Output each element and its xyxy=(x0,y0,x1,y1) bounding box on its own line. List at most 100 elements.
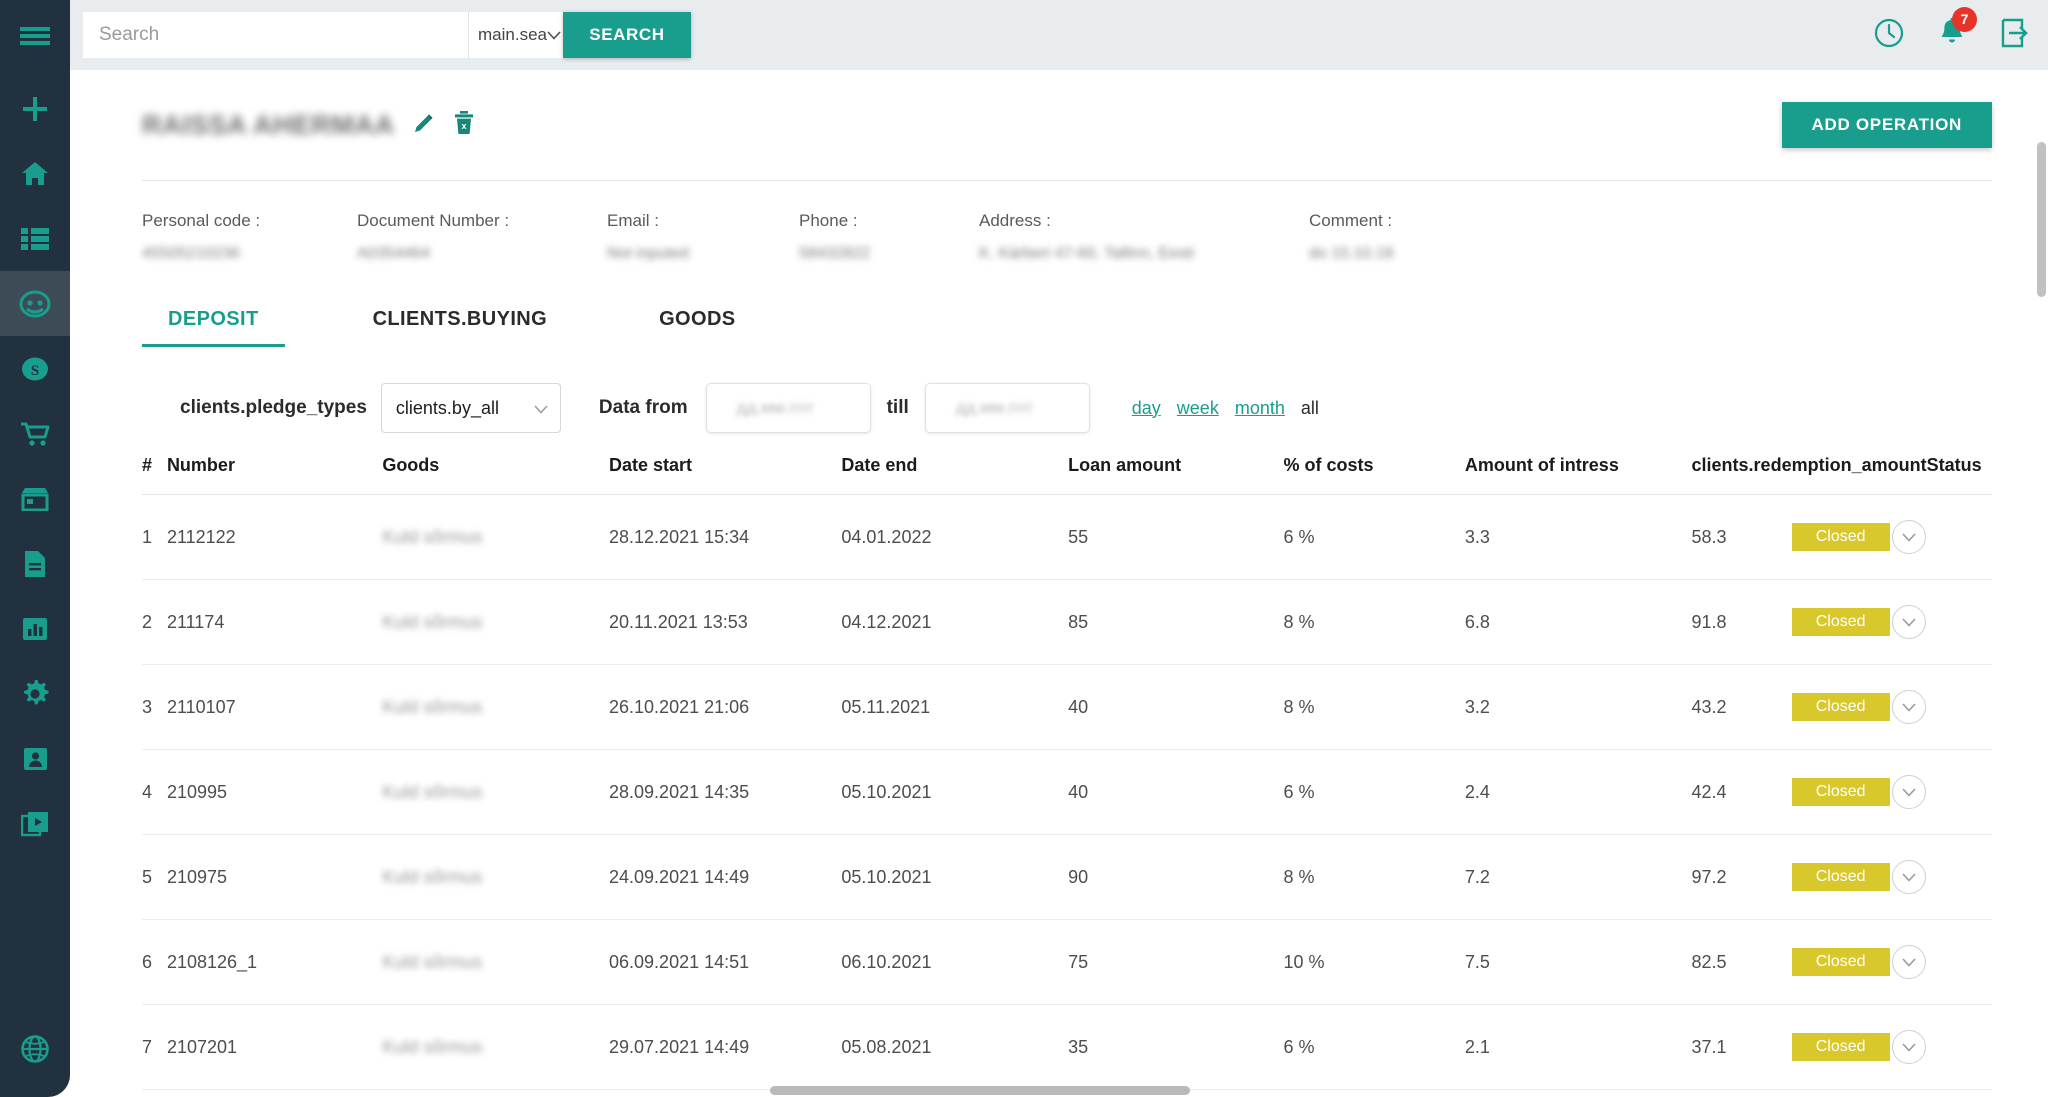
cell-amount-interest: 7.2 xyxy=(1464,834,1692,920)
pledge-types-label: clients.pledge_types xyxy=(180,397,367,418)
chevron-down-icon[interactable] xyxy=(1891,690,1926,724)
chevron-down-icon[interactable] xyxy=(1891,605,1926,639)
bell-icon[interactable]: 7 xyxy=(1938,6,1977,53)
quick-range-week[interactable]: week xyxy=(1177,398,1219,419)
sidebar-item-menu[interactable] xyxy=(0,0,70,76)
status-badge: Closed xyxy=(1791,948,1890,976)
cell-index: 7 xyxy=(142,1004,167,1090)
sidebar-item-home[interactable] xyxy=(0,141,70,206)
cell-date-end: 06.10.2021 xyxy=(841,919,1069,1005)
chevron-down-icon[interactable] xyxy=(1891,520,1926,554)
cell-redemption-amount: 97.2 xyxy=(1691,834,1792,920)
cell-amount-interest: 6.8 xyxy=(1464,579,1692,665)
date-till-input[interactable]: дд.мм.гггг xyxy=(924,383,1090,433)
cell-loan-amount: 90 xyxy=(1068,834,1284,920)
search-button[interactable]: SEARCH xyxy=(563,12,691,58)
tab-goods[interactable]: GOODS xyxy=(633,308,761,347)
col-date-end: Date end xyxy=(841,455,1069,495)
quick-range-day[interactable]: day xyxy=(1132,398,1161,419)
horizontal-scrollbar[interactable] xyxy=(770,1086,1190,1095)
table-row[interactable]: 4 210995 Kuld sõrmus 28.09.2021 14:35 05.10.… xyxy=(142,749,1992,835)
sidebar-item-language[interactable] xyxy=(0,1016,70,1081)
sidebar-item-reports[interactable] xyxy=(0,596,70,661)
status-badge: Closed xyxy=(1791,693,1890,721)
info-field-comment: Comment : do 15.10.18 xyxy=(1309,211,1559,264)
pledge-types-select[interactable]: clients.by_all xyxy=(380,383,561,433)
cell-redemption-amount: 58.3 xyxy=(1691,494,1792,580)
cell-loan-amount: 35 xyxy=(1068,1004,1284,1090)
table-header-row: # Number Goods Date start Date end Loan … xyxy=(142,455,1992,495)
media-library-icon xyxy=(21,811,49,837)
info-label: Personal code : xyxy=(142,211,261,230)
tab-deposit[interactable]: DEPOSIT xyxy=(142,308,285,347)
table-row[interactable]: 2 211174 Kuld sõrmus 20.11.2021 13:53 04.12.… xyxy=(142,579,1992,665)
status-badge: Closed xyxy=(1791,863,1890,891)
cell-number: 2108126_1 xyxy=(166,919,383,1005)
quick-range-all[interactable]: all xyxy=(1301,398,1319,419)
col-amount-interest: Amount of intress xyxy=(1464,455,1692,495)
sidebar-item-store[interactable] xyxy=(0,466,70,531)
date-from-input[interactable]: дд.мм.гггг xyxy=(705,383,871,433)
table-row[interactable]: 5 210975 Kuld sõrmus 24.09.2021 14:49 05.10.… xyxy=(142,834,1992,920)
cell-date-start: 28.12.2021 15:34 xyxy=(609,494,842,580)
cell-percent-costs: 6 % xyxy=(1283,749,1465,835)
cell-index: 4 xyxy=(142,749,167,835)
cell-number: 2112122 xyxy=(166,494,383,580)
plus-icon xyxy=(22,96,48,122)
table-row[interactable]: 7 2107201 Kuld sõrmus 29.07.2021 14:49 05.08… xyxy=(142,1004,1992,1090)
user-card-icon xyxy=(23,746,48,772)
search-scope-select[interactable]: main.sea xyxy=(468,12,563,58)
table-row[interactable]: 3 2110107 Kuld sõrmus 26.10.2021 21:06 05.11… xyxy=(142,664,1992,750)
table-row[interactable]: 1 2112122 Kuld sõrmus 28.12.2021 15:34 04.01… xyxy=(142,494,1992,580)
date-from-placeholder: дд.мм.гггг xyxy=(736,398,815,417)
dollar-coin-icon: S xyxy=(21,356,49,382)
cell-status: Closed xyxy=(1791,494,1892,580)
clock-icon[interactable] xyxy=(1874,18,1904,53)
vertical-scrollbar[interactable] xyxy=(2037,142,2046,297)
sidebar-item-settings[interactable] xyxy=(0,661,70,726)
notification-badge: 7 xyxy=(1952,6,1977,32)
info-field-email: Email : Not inputed xyxy=(607,211,799,264)
cell-redemption-amount: 37.1 xyxy=(1691,1004,1792,1090)
info-label: Document Number : xyxy=(357,211,510,230)
chevron-down-icon[interactable] xyxy=(1891,775,1926,809)
cell-expand xyxy=(1891,579,1992,665)
chevron-down-icon[interactable] xyxy=(1891,860,1926,894)
add-operation-button[interactable]: ADD OPERATION xyxy=(1781,102,1992,148)
pencil-icon[interactable] xyxy=(413,112,435,139)
quick-range-month[interactable]: month xyxy=(1235,398,1285,419)
cell-number: 2107201 xyxy=(166,1004,383,1090)
cell-status: Closed xyxy=(1791,919,1892,1005)
svg-text:S: S xyxy=(31,363,39,379)
cell-date-end: 05.10.2021 xyxy=(841,834,1069,920)
cell-date-end: 05.11.2021 xyxy=(841,664,1069,750)
sidebar-item-media[interactable] xyxy=(0,791,70,856)
sidebar-item-documents[interactable] xyxy=(0,531,70,596)
logout-icon[interactable] xyxy=(2000,18,2030,53)
cell-date-start: 29.07.2021 14:49 xyxy=(609,1004,842,1090)
sidebar-item-add[interactable] xyxy=(0,76,70,141)
sidebar-item-list[interactable] xyxy=(0,206,70,271)
info-value: A0354464 xyxy=(357,245,430,262)
sidebar-item-clients[interactable] xyxy=(0,271,70,336)
cell-loan-amount: 40 xyxy=(1068,664,1284,750)
document-icon xyxy=(23,550,47,578)
cell-amount-interest: 2.4 xyxy=(1464,749,1692,835)
sidebar-item-finance[interactable]: S xyxy=(0,336,70,401)
search-input[interactable] xyxy=(83,12,468,58)
table-header: # Number Goods Date start Date end Loan … xyxy=(142,455,1992,495)
cell-redemption-amount: 43.2 xyxy=(1691,664,1792,750)
sidebar-item-sales[interactable] xyxy=(0,401,70,466)
trash-icon[interactable]: x xyxy=(453,110,475,140)
search-scope-value: main.sea xyxy=(478,25,547,44)
globe-icon xyxy=(21,1034,49,1063)
chevron-down-icon[interactable] xyxy=(1891,1030,1926,1064)
tab-clients-buying[interactable]: CLIENTS.BUYING xyxy=(347,308,574,347)
list-icon xyxy=(21,227,49,250)
cell-goods: Kuld sõrmus xyxy=(382,919,610,1005)
sidebar-item-employees[interactable] xyxy=(0,726,70,791)
cell-percent-costs: 6 % xyxy=(1283,1004,1465,1090)
cell-date-start: 26.10.2021 21:06 xyxy=(609,664,842,750)
chevron-down-icon[interactable] xyxy=(1891,945,1926,979)
table-row[interactable]: 6 2108126_1 Kuld sõrmus 06.09.2021 14:51 06.… xyxy=(142,919,1992,1005)
